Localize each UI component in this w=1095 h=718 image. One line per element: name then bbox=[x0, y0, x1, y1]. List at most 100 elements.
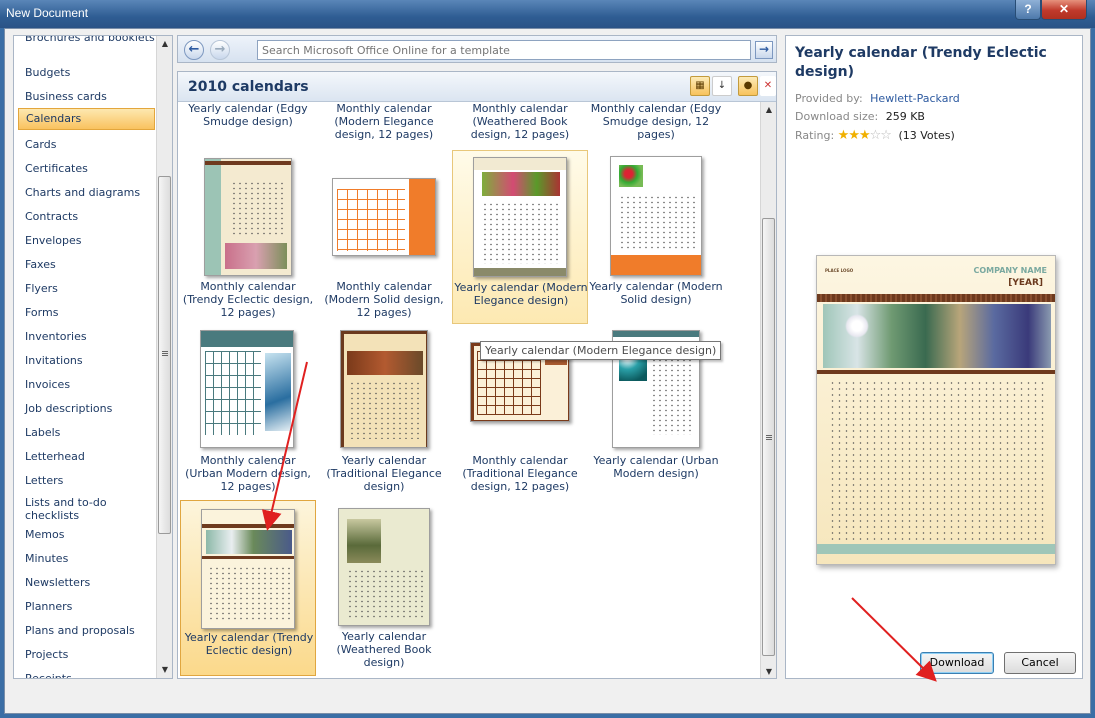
close-button[interactable]: ✕ bbox=[1041, 0, 1087, 20]
template-tile[interactable]: Monthly calendar (Modern Solid design, 1… bbox=[316, 150, 452, 322]
template-tile[interactable]: Yearly calendar (Weathered Book design) bbox=[316, 500, 452, 672]
category-item[interactable]: Letters bbox=[18, 474, 155, 487]
download-size-label: Download size: bbox=[795, 110, 879, 123]
category-item[interactable]: Invitations bbox=[18, 354, 155, 367]
search-go-icon[interactable]: → bbox=[755, 41, 773, 59]
rating-label: Rating: bbox=[795, 129, 835, 142]
thumbnail-view-icon[interactable]: ▦ bbox=[690, 76, 710, 96]
category-item[interactable]: Calendars bbox=[18, 108, 155, 130]
provider-label: Provided by: bbox=[795, 92, 863, 105]
download-size-value: 259 KB bbox=[885, 110, 925, 123]
help-button[interactable]: ? bbox=[1015, 0, 1041, 20]
tile-label: Monthly calendar (Trendy Eclectic design… bbox=[182, 280, 314, 319]
template-grid: Yearly calendar (Edgy Smudge design) Mon… bbox=[178, 102, 762, 678]
category-item[interactable]: Minutes bbox=[18, 552, 155, 565]
tile-label: Monthly calendar (Modern Elegance design… bbox=[334, 102, 434, 141]
category-item[interactable]: Certificates bbox=[18, 162, 155, 175]
template-tile[interactable]: Monthly calendar (Urban Modern design, 1… bbox=[180, 324, 316, 496]
download-size-row: Download size: 259 KB bbox=[795, 110, 925, 123]
scroll-up-icon[interactable]: ▲ bbox=[157, 36, 172, 52]
thumbnail bbox=[201, 509, 295, 629]
category-list: Brochures and booklets Budgets Business ca… bbox=[13, 35, 173, 679]
search-input[interactable] bbox=[257, 40, 751, 60]
category-item[interactable]: Inventories bbox=[18, 330, 155, 343]
category-item[interactable]: Flyers bbox=[18, 282, 155, 295]
rating-stars[interactable]: ★★★☆☆ bbox=[838, 128, 892, 143]
category-item[interactable]: Charts and diagrams bbox=[18, 186, 155, 199]
template-tile[interactable]: Monthly calendar (Edgy Smudge design, 12… bbox=[588, 102, 724, 142]
category-item[interactable]: Projects bbox=[18, 648, 155, 661]
star-filled-icon[interactable]: ★ bbox=[848, 128, 860, 143]
template-tile[interactable]: Yearly calendar (Edgy Smudge design) bbox=[180, 102, 316, 142]
category-item[interactable]: Contracts bbox=[18, 210, 155, 223]
tile-label: Monthly calendar (Urban Modern design, 1… bbox=[185, 454, 311, 493]
template-tile[interactable]: Monthly calendar (Weathered Book design,… bbox=[452, 102, 588, 142]
template-tile[interactable]: Yearly calendar (Modern Elegance design) bbox=[452, 150, 588, 324]
category-item[interactable]: Planners bbox=[18, 600, 155, 613]
category-item[interactable]: Plans and proposals bbox=[18, 624, 155, 637]
thumbnail bbox=[340, 330, 428, 448]
download-button[interactable]: Download bbox=[920, 652, 994, 674]
category-item[interactable]: Lists and to-do checklists bbox=[18, 496, 155, 522]
category-item[interactable]: Budgets bbox=[18, 66, 155, 79]
remove-user-icon[interactable]: ✕ bbox=[760, 76, 776, 96]
scroll-down-icon[interactable]: ▼ bbox=[157, 662, 172, 678]
star-filled-icon[interactable]: ★ bbox=[838, 128, 850, 143]
template-tile[interactable]: Yearly calendar (Traditional Elegance de… bbox=[316, 324, 452, 496]
gallery-header: 2010 calendars ▦ ↓ ● ✕ bbox=[178, 72, 776, 102]
template-tile[interactable]: Monthly calendar (Modern Elegance design… bbox=[316, 102, 452, 142]
dialog-body: Brochures and booklets Budgets Business ca… bbox=[4, 28, 1091, 714]
category-item[interactable]: Envelopes bbox=[18, 234, 155, 247]
gallery-scrollbar[interactable]: ▲ ▼ bbox=[760, 102, 776, 678]
category-scrollbar[interactable]: ▲ ▼ bbox=[156, 36, 172, 678]
user-icon[interactable]: ● bbox=[738, 76, 758, 96]
category-item[interactable]: Receipts bbox=[18, 672, 155, 678]
template-gallery: 2010 calendars ▦ ↓ ● ✕ Yearly calendar (… bbox=[177, 71, 777, 679]
tile-label: Monthly calendar (Weathered Book design,… bbox=[470, 102, 570, 141]
category-item[interactable]: Faxes bbox=[18, 258, 155, 271]
star-empty-icon[interactable]: ☆ bbox=[870, 128, 882, 143]
star-filled-icon[interactable]: ★ bbox=[859, 128, 871, 143]
thumbnail bbox=[332, 178, 436, 256]
sort-az-icon[interactable]: ↓ bbox=[712, 76, 732, 96]
category-item[interactable]: Job descriptions bbox=[18, 402, 155, 415]
rating-row: Rating: ★★★☆☆ (13 Votes) bbox=[795, 128, 955, 143]
tile-label: Monthly calendar (Modern Solid design, 1… bbox=[324, 280, 444, 319]
category-item[interactable]: Labels bbox=[18, 426, 155, 439]
back-arrow-icon[interactable]: ← bbox=[184, 40, 204, 60]
template-details: Yearly calendar (Trendy Eclectic design)… bbox=[785, 35, 1083, 679]
scrollbar-thumb[interactable] bbox=[762, 218, 775, 656]
template-tile[interactable]: Yearly calendar (Modern Solid design) bbox=[588, 150, 724, 322]
tile-label: Yearly calendar (Urban Modern design) bbox=[593, 454, 719, 480]
vote-count: (13 Votes) bbox=[898, 129, 955, 142]
category-item[interactable]: Forms bbox=[18, 306, 155, 319]
provider-row: Provided by: Hewlett-Packard bbox=[795, 92, 960, 105]
scroll-up-icon[interactable]: ▲ bbox=[761, 102, 776, 118]
category-item[interactable]: Invoices bbox=[18, 378, 155, 391]
title-bar: New Document ? ✕ bbox=[0, 0, 1095, 28]
category-item[interactable]: Business cards bbox=[18, 90, 155, 103]
preview-year: [YEAR] bbox=[1008, 278, 1043, 288]
thumbnail bbox=[204, 158, 292, 276]
cancel-button[interactable]: Cancel bbox=[1004, 652, 1076, 674]
template-title: Yearly calendar (Trendy Eclectic design) bbox=[795, 45, 1047, 80]
template-tile-selected[interactable]: Yearly calendar (Trendy Eclectic design) bbox=[180, 500, 316, 676]
provider-link[interactable]: Hewlett-Packard bbox=[870, 92, 960, 105]
star-empty-icon[interactable]: ☆ bbox=[880, 128, 892, 143]
category-item[interactable]: Letterhead bbox=[18, 450, 155, 463]
category-item[interactable]: Cards bbox=[18, 138, 155, 151]
tile-label: Yearly calendar (Trendy Eclectic design) bbox=[184, 631, 314, 657]
category-item[interactable]: Memos bbox=[18, 528, 155, 541]
template-preview: PLACE LOGO COMPANY NAME [YEAR] bbox=[816, 255, 1056, 565]
category-item[interactable]: Newsletters bbox=[18, 576, 155, 589]
scrollbar-thumb[interactable] bbox=[158, 176, 171, 534]
scroll-down-icon[interactable]: ▼ bbox=[761, 664, 776, 678]
category-item[interactable]: Brochures and booklets bbox=[18, 36, 155, 44]
tile-label: Yearly calendar (Edgy Smudge design) bbox=[188, 102, 308, 128]
gallery-title: 2010 calendars bbox=[188, 79, 309, 95]
preview-company: COMPANY NAME bbox=[973, 266, 1047, 275]
forward-arrow-icon[interactable]: → bbox=[210, 40, 230, 60]
template-tile[interactable]: Monthly calendar (Trendy Eclectic design… bbox=[180, 150, 316, 322]
tile-label: Monthly calendar (Traditional Elegance d… bbox=[462, 454, 578, 493]
tile-label: Monthly calendar (Edgy Smudge design, 12… bbox=[590, 102, 722, 141]
